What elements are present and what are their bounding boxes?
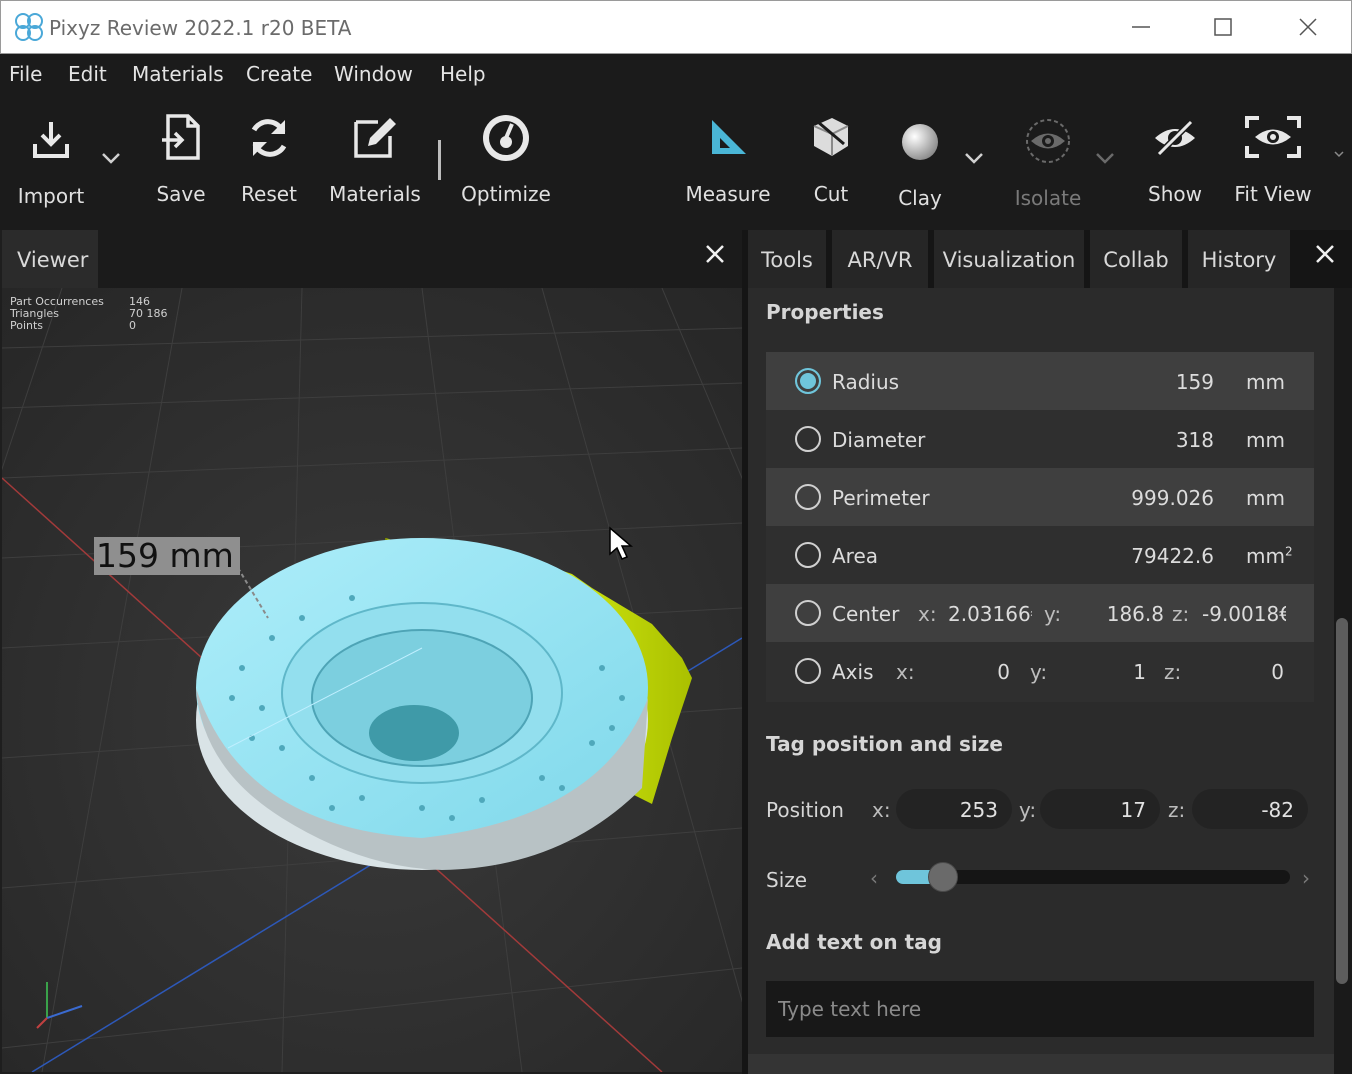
menu-help[interactable]: Help (440, 62, 486, 86)
save-icon (162, 114, 200, 160)
center-radio[interactable] (795, 600, 821, 626)
tag-text-input[interactable] (766, 981, 1314, 1037)
clay-button[interactable]: Clay (884, 92, 956, 230)
measure-button[interactable]: Measure (686, 92, 771, 230)
perimeter-radio[interactable] (795, 484, 821, 510)
size-increase-icon[interactable]: › (1302, 866, 1310, 890)
scrollbar-thumb[interactable] (1336, 618, 1348, 984)
cut-box-icon (813, 118, 849, 156)
menu-edit[interactable]: Edit (68, 62, 107, 86)
brake-disc (196, 538, 648, 870)
3d-viewport[interactable] (2, 288, 742, 1072)
add-text-title: Add text on tag (766, 930, 942, 954)
pixyz-logo-icon (15, 13, 43, 41)
property-row-diameter[interactable]: Diameter 318 mm (766, 410, 1314, 468)
clay-dropdown-chevron-icon[interactable] (963, 150, 985, 166)
toolbar-separator (438, 140, 441, 180)
panel-bottom-strip (748, 1054, 1334, 1074)
materials-edit-icon (354, 118, 396, 158)
position-z-field[interactable]: -82 (1192, 789, 1308, 829)
tab-visualization[interactable]: Visualization (934, 230, 1084, 288)
measure-ruler-icon (712, 120, 746, 154)
toolbar-overflow-chevron-icon[interactable] (1334, 150, 1344, 158)
size-decrease-icon[interactable]: ‹ (870, 866, 878, 890)
tab-history[interactable]: History (1188, 230, 1290, 288)
menu-window[interactable]: Window (334, 62, 413, 86)
tab-viewer[interactable]: Viewer (2, 230, 98, 288)
mouse-cursor-icon (609, 526, 634, 560)
size-slider-handle[interactable] (928, 862, 958, 892)
reset-button[interactable]: Reset (228, 92, 310, 230)
property-row-center[interactable]: Center x: 2.03166€ y: 186.8 z: -9.0018€ (766, 584, 1314, 642)
radius-radio[interactable] (795, 368, 821, 394)
close-window-icon[interactable] (1294, 13, 1322, 41)
property-row-area[interactable]: Area 79422.6 mm2 (766, 526, 1314, 584)
fit-view-icon (1245, 116, 1301, 158)
import-icon (33, 122, 69, 158)
position-x-field[interactable]: 253 (896, 789, 1012, 829)
position-y-label: y: (1019, 798, 1037, 822)
materials-button[interactable]: Materials (329, 92, 421, 230)
axis-radio[interactable] (795, 658, 821, 684)
import-button[interactable]: Import (10, 92, 92, 230)
menu-bar: File Edit Materials Create Window Help (0, 54, 1352, 92)
position-z-label: z: (1168, 798, 1186, 822)
menu-file[interactable]: File (9, 62, 42, 86)
tag-section-title: Tag position and size (766, 732, 1003, 756)
diameter-radio[interactable] (795, 426, 821, 452)
size-label: Size (766, 868, 808, 892)
property-row-radius[interactable]: Radius 159 mm (766, 352, 1314, 410)
minimize-icon[interactable] (1127, 13, 1155, 41)
import-dropdown-chevron-icon[interactable] (100, 150, 122, 166)
area-radio[interactable] (795, 542, 821, 568)
3d-scene (2, 288, 742, 1072)
close-viewer-icon[interactable] (704, 243, 726, 265)
right-panel-tabs: Tools AR/VR Visualization Collab History (748, 230, 1352, 288)
maximize-icon[interactable] (1209, 13, 1237, 41)
toolbar: Import Save Reset Materials Optimize Mea… (0, 92, 1352, 230)
close-panel-icon[interactable] (1314, 243, 1336, 265)
menu-materials[interactable]: Materials (132, 62, 224, 86)
measurement-tag[interactable]: 159 mm (94, 537, 240, 575)
viewer-tab-bar (98, 230, 742, 288)
position-label: Position (766, 798, 844, 822)
show-eye-slash-icon (1155, 119, 1195, 157)
optimize-button[interactable]: Optimize (460, 92, 552, 230)
optimize-gauge-icon (483, 115, 529, 161)
panel-scrollbar[interactable] (1334, 288, 1352, 1074)
fit-view-button[interactable]: Fit View (1232, 92, 1314, 230)
clay-sphere-icon (902, 124, 938, 160)
show-button[interactable]: Show (1140, 92, 1210, 230)
property-row-axis[interactable]: Axis x: 0 y: 1 z: 0 (766, 642, 1314, 700)
isolate-dropdown-chevron-icon[interactable] (1094, 150, 1116, 166)
save-button[interactable]: Save (140, 92, 222, 230)
menu-create[interactable]: Create (246, 62, 312, 86)
position-x-label: x: (872, 798, 891, 822)
reset-icon (251, 119, 287, 157)
tab-collab[interactable]: Collab (1090, 230, 1182, 288)
title-bar: Pixyz Review 2022.1 r20 BETA (0, 0, 1352, 54)
window-title: Pixyz Review 2022.1 r20 BETA (49, 16, 352, 40)
isolate-button[interactable]: Isolate (1010, 92, 1086, 230)
tab-tools[interactable]: Tools (748, 230, 826, 288)
tab-ar-vr[interactable]: AR/VR (832, 230, 928, 288)
properties-title: Properties (766, 300, 884, 324)
property-row-perimeter[interactable]: Perimeter 999.026 mm (766, 468, 1314, 526)
position-y-field[interactable]: 17 (1040, 789, 1160, 829)
isolate-eye-icon (1026, 119, 1070, 163)
